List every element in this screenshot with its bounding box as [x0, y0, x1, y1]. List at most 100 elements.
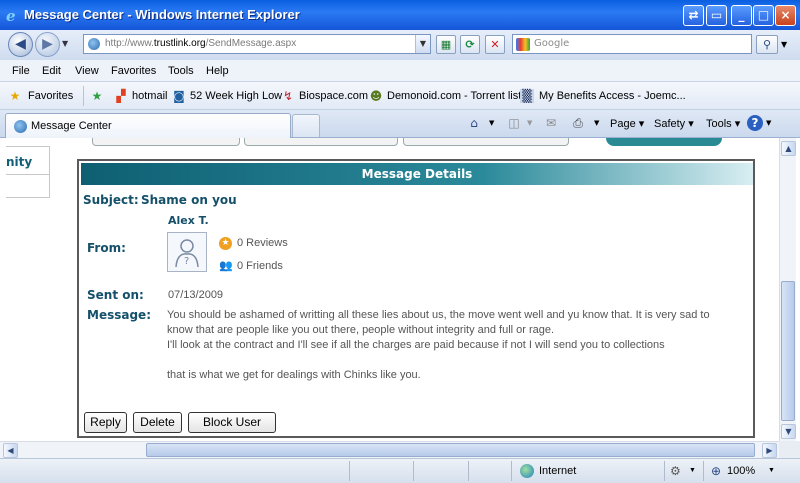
reply-button[interactable]: Reply [84, 412, 127, 433]
sent-on-label: Sent on: [87, 288, 144, 302]
msn-icon: ▞ [116, 89, 126, 103]
scroll-left-arrow-icon[interactable]: ◀ [3, 443, 18, 458]
menu-file[interactable]: File [12, 65, 30, 77]
recent-pages-dropdown-icon[interactable]: ▼ [62, 39, 68, 48]
top-nav-teal-button-fragment[interactable] [606, 138, 722, 146]
tab-page-icon [14, 120, 27, 133]
vertical-scrollbar[interactable]: ▲ ▼ [779, 138, 796, 441]
favorites-divider [83, 86, 84, 106]
zoom-level[interactable]: 100% [727, 465, 755, 477]
home-dropdown-icon[interactable]: ▼ [489, 119, 494, 127]
page-globe-icon [88, 38, 100, 50]
close-window-button[interactable]: × [775, 5, 796, 26]
search-placeholder: Google [534, 38, 570, 49]
page-menu-button[interactable]: Page ▾ [610, 117, 644, 130]
read-mail-icon[interactable]: ✉ [543, 115, 559, 131]
favorites-star-icon: ★ [9, 89, 21, 103]
safety-menu-button[interactable]: Safety ▾ [654, 117, 694, 130]
scroll-corner [779, 441, 800, 458]
feeds-dropdown-icon[interactable]: ▼ [527, 119, 532, 127]
demonoid-icon: ☻ [369, 89, 383, 103]
protected-mode-icon[interactable]: ⚙ [670, 464, 681, 478]
help-icon[interactable]: ? [747, 115, 763, 131]
search-input[interactable]: Google [512, 34, 752, 54]
friends-icon: 👥 [219, 259, 233, 272]
zoom-icon[interactable]: ⊕ [711, 464, 721, 478]
top-nav-button-fragment[interactable] [92, 138, 240, 146]
status-divider [413, 461, 414, 481]
tools-menu-button[interactable]: Tools ▾ [706, 117, 740, 130]
favorites-bar: ★ Favorites ★ ▞ hotmail ◙ 52 Week High L… [0, 82, 800, 110]
zoom-dropdown-icon[interactable]: ▼ [768, 467, 775, 474]
favorites-button[interactable]: Favorites [28, 90, 73, 102]
left-nav-item-community[interactable]: nity [6, 151, 50, 175]
status-divider [468, 461, 469, 481]
menu-favorites[interactable]: Favorites [111, 65, 156, 77]
top-nav-button-fragment[interactable] [403, 138, 569, 146]
horizontal-scrollbar[interactable]: ◀ ▶ [0, 441, 779, 458]
stop-icon[interactable]: ✕ [485, 35, 505, 54]
tab-message-center[interactable]: Message Center [5, 113, 291, 138]
add-to-favorites-icon[interactable]: ★ [90, 89, 104, 103]
security-zone-label[interactable]: Internet [539, 465, 576, 477]
restore-window-button[interactable]: ▭ [706, 5, 727, 26]
money-icon: ◙ [173, 89, 185, 103]
fav-link-52-week[interactable]: 52 Week High Low [190, 90, 282, 102]
from-label: From: [87, 241, 126, 255]
feeds-icon[interactable]: ◫ [506, 115, 522, 131]
minimize-button[interactable]: _ [731, 5, 752, 26]
print-dropdown-icon[interactable]: ▼ [594, 119, 599, 127]
status-bar: Internet ⚙ ▼ ⊕ 100% ▼ [0, 458, 800, 483]
fav-link-biospace[interactable]: Biospace.com [299, 90, 368, 102]
refresh-icon[interactable]: ⟳ [460, 35, 480, 54]
menu-help[interactable]: Help [206, 65, 229, 77]
scroll-right-arrow-icon[interactable]: ▶ [762, 443, 777, 458]
forward-button[interactable]: ▶ [35, 32, 60, 57]
message-line: know that are people like you out there,… [167, 324, 555, 336]
message-line: I'll look at the contract and I'll see i… [167, 339, 665, 351]
search-icon[interactable]: ⚲ [756, 35, 778, 54]
vertical-scroll-thumb[interactable] [781, 281, 795, 421]
back-button[interactable]: ◀ [8, 32, 33, 57]
friends-count[interactable]: 0 Friends [237, 260, 283, 272]
internet-zone-icon [520, 464, 534, 478]
search-options-icon[interactable]: ▼ [781, 40, 787, 49]
status-dropdown-icon[interactable]: ▼ [689, 467, 696, 474]
page-content: nity Message Details Subject: Shame on y… [0, 138, 779, 441]
delete-button[interactable]: Delete [133, 412, 182, 433]
scroll-up-arrow-icon[interactable]: ▲ [781, 141, 796, 156]
title-bar: e Message Center - Windows Internet Expl… [0, 0, 800, 30]
status-divider [703, 461, 704, 481]
menu-view[interactable]: View [75, 65, 99, 77]
avatar[interactable]: ? [167, 232, 207, 272]
address-url[interactable]: http://www.trustlink.org/SendMessage.asp… [105, 38, 296, 49]
fav-link-hotmail[interactable]: hotmail [132, 90, 167, 102]
fav-link-demonoid[interactable]: Demonoid.com - Torrent list [387, 90, 521, 102]
message-label: Message: [87, 308, 151, 322]
scroll-down-arrow-icon[interactable]: ▼ [781, 424, 796, 439]
help-dropdown-icon[interactable]: ▼ [766, 119, 771, 127]
block-user-button[interactable]: Block User [188, 412, 276, 433]
status-divider [349, 461, 350, 481]
reviews-count[interactable]: 0 Reviews [237, 237, 288, 249]
address-bar[interactable]: http://www.trustlink.org/SendMessage.asp… [83, 34, 431, 54]
fav-link-benefits[interactable]: My Benefits Access - Joemc... [539, 90, 686, 102]
message-details-panel: Message Details Subject: Shame on you Al… [77, 159, 755, 438]
compatibility-view-icon[interactable]: ▦ [436, 35, 456, 54]
home-icon[interactable]: ⌂ [466, 115, 482, 131]
menu-tools[interactable]: Tools [168, 65, 194, 77]
menu-bar: File Edit View Favorites Tools Help [0, 60, 800, 82]
maximize-button[interactable]: □ [753, 5, 774, 26]
sender-name-link[interactable]: Alex T. [168, 214, 209, 227]
new-tab-button[interactable] [292, 114, 320, 137]
top-nav-button-fragment[interactable] [244, 138, 398, 146]
benefits-icon: ▒ [520, 89, 534, 103]
tab-bar: Message Center ⌂ ▼ ◫ ▼ ✉ ⎙ ▼ Page ▾ Safe… [0, 110, 800, 138]
status-divider [511, 461, 512, 481]
print-icon[interactable]: ⎙ [570, 115, 586, 131]
address-dropdown-icon[interactable]: ▼ [415, 35, 430, 53]
menu-edit[interactable]: Edit [42, 65, 61, 77]
horizontal-scroll-thumb[interactable] [146, 443, 755, 457]
flip-window-button[interactable]: ⇄ [683, 5, 704, 26]
subject-value: Shame on you [141, 193, 237, 207]
